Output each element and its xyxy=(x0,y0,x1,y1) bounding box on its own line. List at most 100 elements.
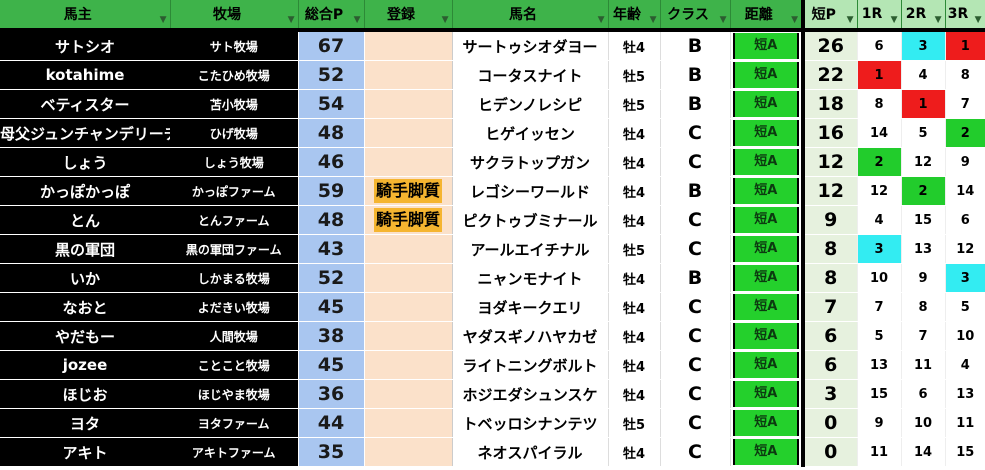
race2-cell[interactable]: 12 xyxy=(900,147,945,177)
race3-cell[interactable]: 5 xyxy=(944,292,985,322)
owner-cell[interactable]: かっぽかっぽ xyxy=(0,176,170,206)
table-row[interactable]: 母父ジュンチャンデリーチ ひげ牧場 48 ヒゲイッセン 牡4 C 短A 16 14 5 2 xyxy=(0,118,985,148)
toroku-cell[interactable] xyxy=(364,89,452,119)
age-cell[interactable]: 牡5 xyxy=(607,408,660,438)
col-age-header[interactable]: 年齢 ▼ xyxy=(608,0,661,32)
toroku-cell[interactable] xyxy=(364,292,452,322)
class-cell[interactable]: C xyxy=(659,234,730,264)
dropdown-arrow-icon[interactable]: ▼ xyxy=(354,15,361,25)
horse-name-cell[interactable]: ホジエダシュンスケ xyxy=(451,379,608,409)
farm-cell[interactable]: とんファーム xyxy=(170,205,298,235)
farm-cell[interactable]: ヨタファーム xyxy=(170,408,298,438)
col-class-header[interactable]: クラス ▼ xyxy=(660,0,731,32)
race3-cell[interactable]: 6 xyxy=(944,205,985,235)
race2-cell[interactable]: 10 xyxy=(900,408,945,438)
distance-cell[interactable]: 短A xyxy=(729,292,805,322)
race1-cell[interactable]: 12 xyxy=(856,176,901,206)
toroku-cell[interactable]: 騎手脚質 xyxy=(364,176,452,206)
horse-name-cell[interactable]: ヨダキークエリ xyxy=(451,292,608,322)
race2-cell[interactable]: 5 xyxy=(900,118,945,148)
sogo-cell[interactable]: 45 xyxy=(297,292,365,322)
race1-cell[interactable]: 13 xyxy=(856,350,901,380)
horse-name-cell[interactable]: トベッロシナンテツ xyxy=(451,408,608,438)
table-row[interactable]: jozee ことこと牧場 45 ライトニングボルト 牡4 C 短A 6 13 11 4 xyxy=(0,350,985,380)
race3-cell[interactable]: 8 xyxy=(944,60,985,90)
dropdown-arrow-icon[interactable]: ▼ xyxy=(847,15,854,25)
race3-cell[interactable]: 14 xyxy=(944,176,985,206)
sogo-cell[interactable]: 38 xyxy=(297,321,365,351)
short-points-cell[interactable]: 8 xyxy=(803,263,857,293)
class-cell[interactable]: C xyxy=(659,118,730,148)
age-cell[interactable]: 牡4 xyxy=(607,350,660,380)
dropdown-arrow-icon[interactable]: ▼ xyxy=(891,15,898,25)
short-points-cell[interactable]: 9 xyxy=(803,205,857,235)
table-row[interactable]: ほじお ほじやま牧場 36 ホジエダシュンスケ 牡4 C 短A 3 15 6 13 xyxy=(0,379,985,409)
short-points-cell[interactable]: 6 xyxy=(803,350,857,380)
toroku-cell[interactable] xyxy=(364,408,452,438)
short-points-cell[interactable]: 12 xyxy=(803,176,857,206)
sogo-cell[interactable]: 35 xyxy=(297,437,365,467)
farm-cell[interactable]: アキトファーム xyxy=(170,437,298,467)
toroku-cell[interactable] xyxy=(364,118,452,148)
owner-cell[interactable]: やだもー xyxy=(0,321,170,351)
owner-cell[interactable]: ほじお xyxy=(0,379,170,409)
dropdown-arrow-icon[interactable]: ▼ xyxy=(935,15,942,25)
short-points-cell[interactable]: 12 xyxy=(803,147,857,177)
age-cell[interactable]: 牡4 xyxy=(607,379,660,409)
sogo-cell[interactable]: 46 xyxy=(297,147,365,177)
toroku-cell[interactable] xyxy=(364,379,452,409)
toroku-cell[interactable] xyxy=(364,437,452,467)
sogo-cell[interactable]: 43 xyxy=(297,234,365,264)
race3-cell[interactable]: 7 xyxy=(944,89,985,119)
race2-cell[interactable]: 9 xyxy=(900,263,945,293)
race2-cell[interactable]: 3 xyxy=(900,30,945,61)
toroku-cell[interactable] xyxy=(364,350,452,380)
race3-cell[interactable]: 2 xyxy=(944,118,985,148)
distance-cell[interactable]: 短A xyxy=(729,437,805,467)
farm-cell[interactable]: かっぽファーム xyxy=(170,176,298,206)
age-cell[interactable]: 牡4 xyxy=(607,118,660,148)
sogo-cell[interactable]: 36 xyxy=(297,379,365,409)
farm-cell[interactable]: ことこと牧場 xyxy=(170,350,298,380)
sogo-cell[interactable]: 67 xyxy=(297,30,365,61)
race1-cell[interactable]: 11 xyxy=(856,437,901,467)
distance-cell[interactable]: 短A xyxy=(729,379,805,409)
short-points-cell[interactable]: 16 xyxy=(803,118,857,148)
table-row[interactable]: なおと よだきい牧場 45 ヨダキークエリ 牡4 C 短A 7 7 8 5 xyxy=(0,292,985,322)
race2-cell[interactable]: 7 xyxy=(900,321,945,351)
dropdown-arrow-icon[interactable]: ▼ xyxy=(975,15,982,25)
race2-cell[interactable]: 4 xyxy=(900,60,945,90)
class-cell[interactable]: C xyxy=(659,350,730,380)
horse-name-cell[interactable]: ライトニングボルト xyxy=(451,350,608,380)
owner-cell[interactable]: いか xyxy=(0,263,170,293)
table-row[interactable]: アキト アキトファーム 35 ネオスパイラル 牡4 C 短A 0 11 14 15 xyxy=(0,437,985,467)
toroku-cell[interactable] xyxy=(364,30,452,61)
class-cell[interactable]: B xyxy=(659,176,730,206)
owner-cell[interactable]: 母父ジュンチャンデリーチ xyxy=(0,118,170,148)
race2-cell[interactable]: 15 xyxy=(900,205,945,235)
race2-cell[interactable]: 13 xyxy=(900,234,945,264)
class-cell[interactable]: B xyxy=(659,60,730,90)
age-cell[interactable]: 牡4 xyxy=(607,30,660,61)
distance-cell[interactable]: 短A xyxy=(729,147,805,177)
filter-active-icon[interactable]: ▼ xyxy=(791,15,798,25)
age-cell[interactable]: 牡5 xyxy=(607,60,660,90)
table-row[interactable]: kotahime こたひめ牧場 52 コータスナイト 牡5 B 短A 22 1 4 8 xyxy=(0,60,985,90)
col-short-header[interactable]: 短P ▼ xyxy=(803,0,858,32)
age-cell[interactable]: 牡4 xyxy=(607,205,660,235)
col-sogo-header[interactable]: 総合P ▼ xyxy=(298,0,365,32)
horse-name-cell[interactable]: ピクトゥブミナール xyxy=(451,205,608,235)
farm-cell[interactable]: ひげ牧場 xyxy=(170,118,298,148)
farm-cell[interactable]: 人間牧場 xyxy=(170,321,298,351)
table-row[interactable]: 黒の軍団 黒の軍団ファーム 43 アールエイチナル 牡5 C 短A 8 3 13 12 xyxy=(0,234,985,264)
dropdown-arrow-icon[interactable]: ▼ xyxy=(598,15,605,25)
age-cell[interactable]: 牡4 xyxy=(607,263,660,293)
sogo-cell[interactable]: 48 xyxy=(297,118,365,148)
sogo-cell[interactable]: 44 xyxy=(297,408,365,438)
table-row[interactable]: サトシオ サト牧場 67 サートゥシオダヨー 牡4 B 短A 26 6 3 1 xyxy=(0,30,985,61)
short-points-cell[interactable]: 0 xyxy=(803,437,857,467)
dropdown-arrow-icon[interactable]: ▼ xyxy=(720,15,727,25)
race3-cell[interactable]: 9 xyxy=(944,147,985,177)
distance-cell[interactable]: 短A xyxy=(729,30,805,61)
sogo-cell[interactable]: 54 xyxy=(297,89,365,119)
